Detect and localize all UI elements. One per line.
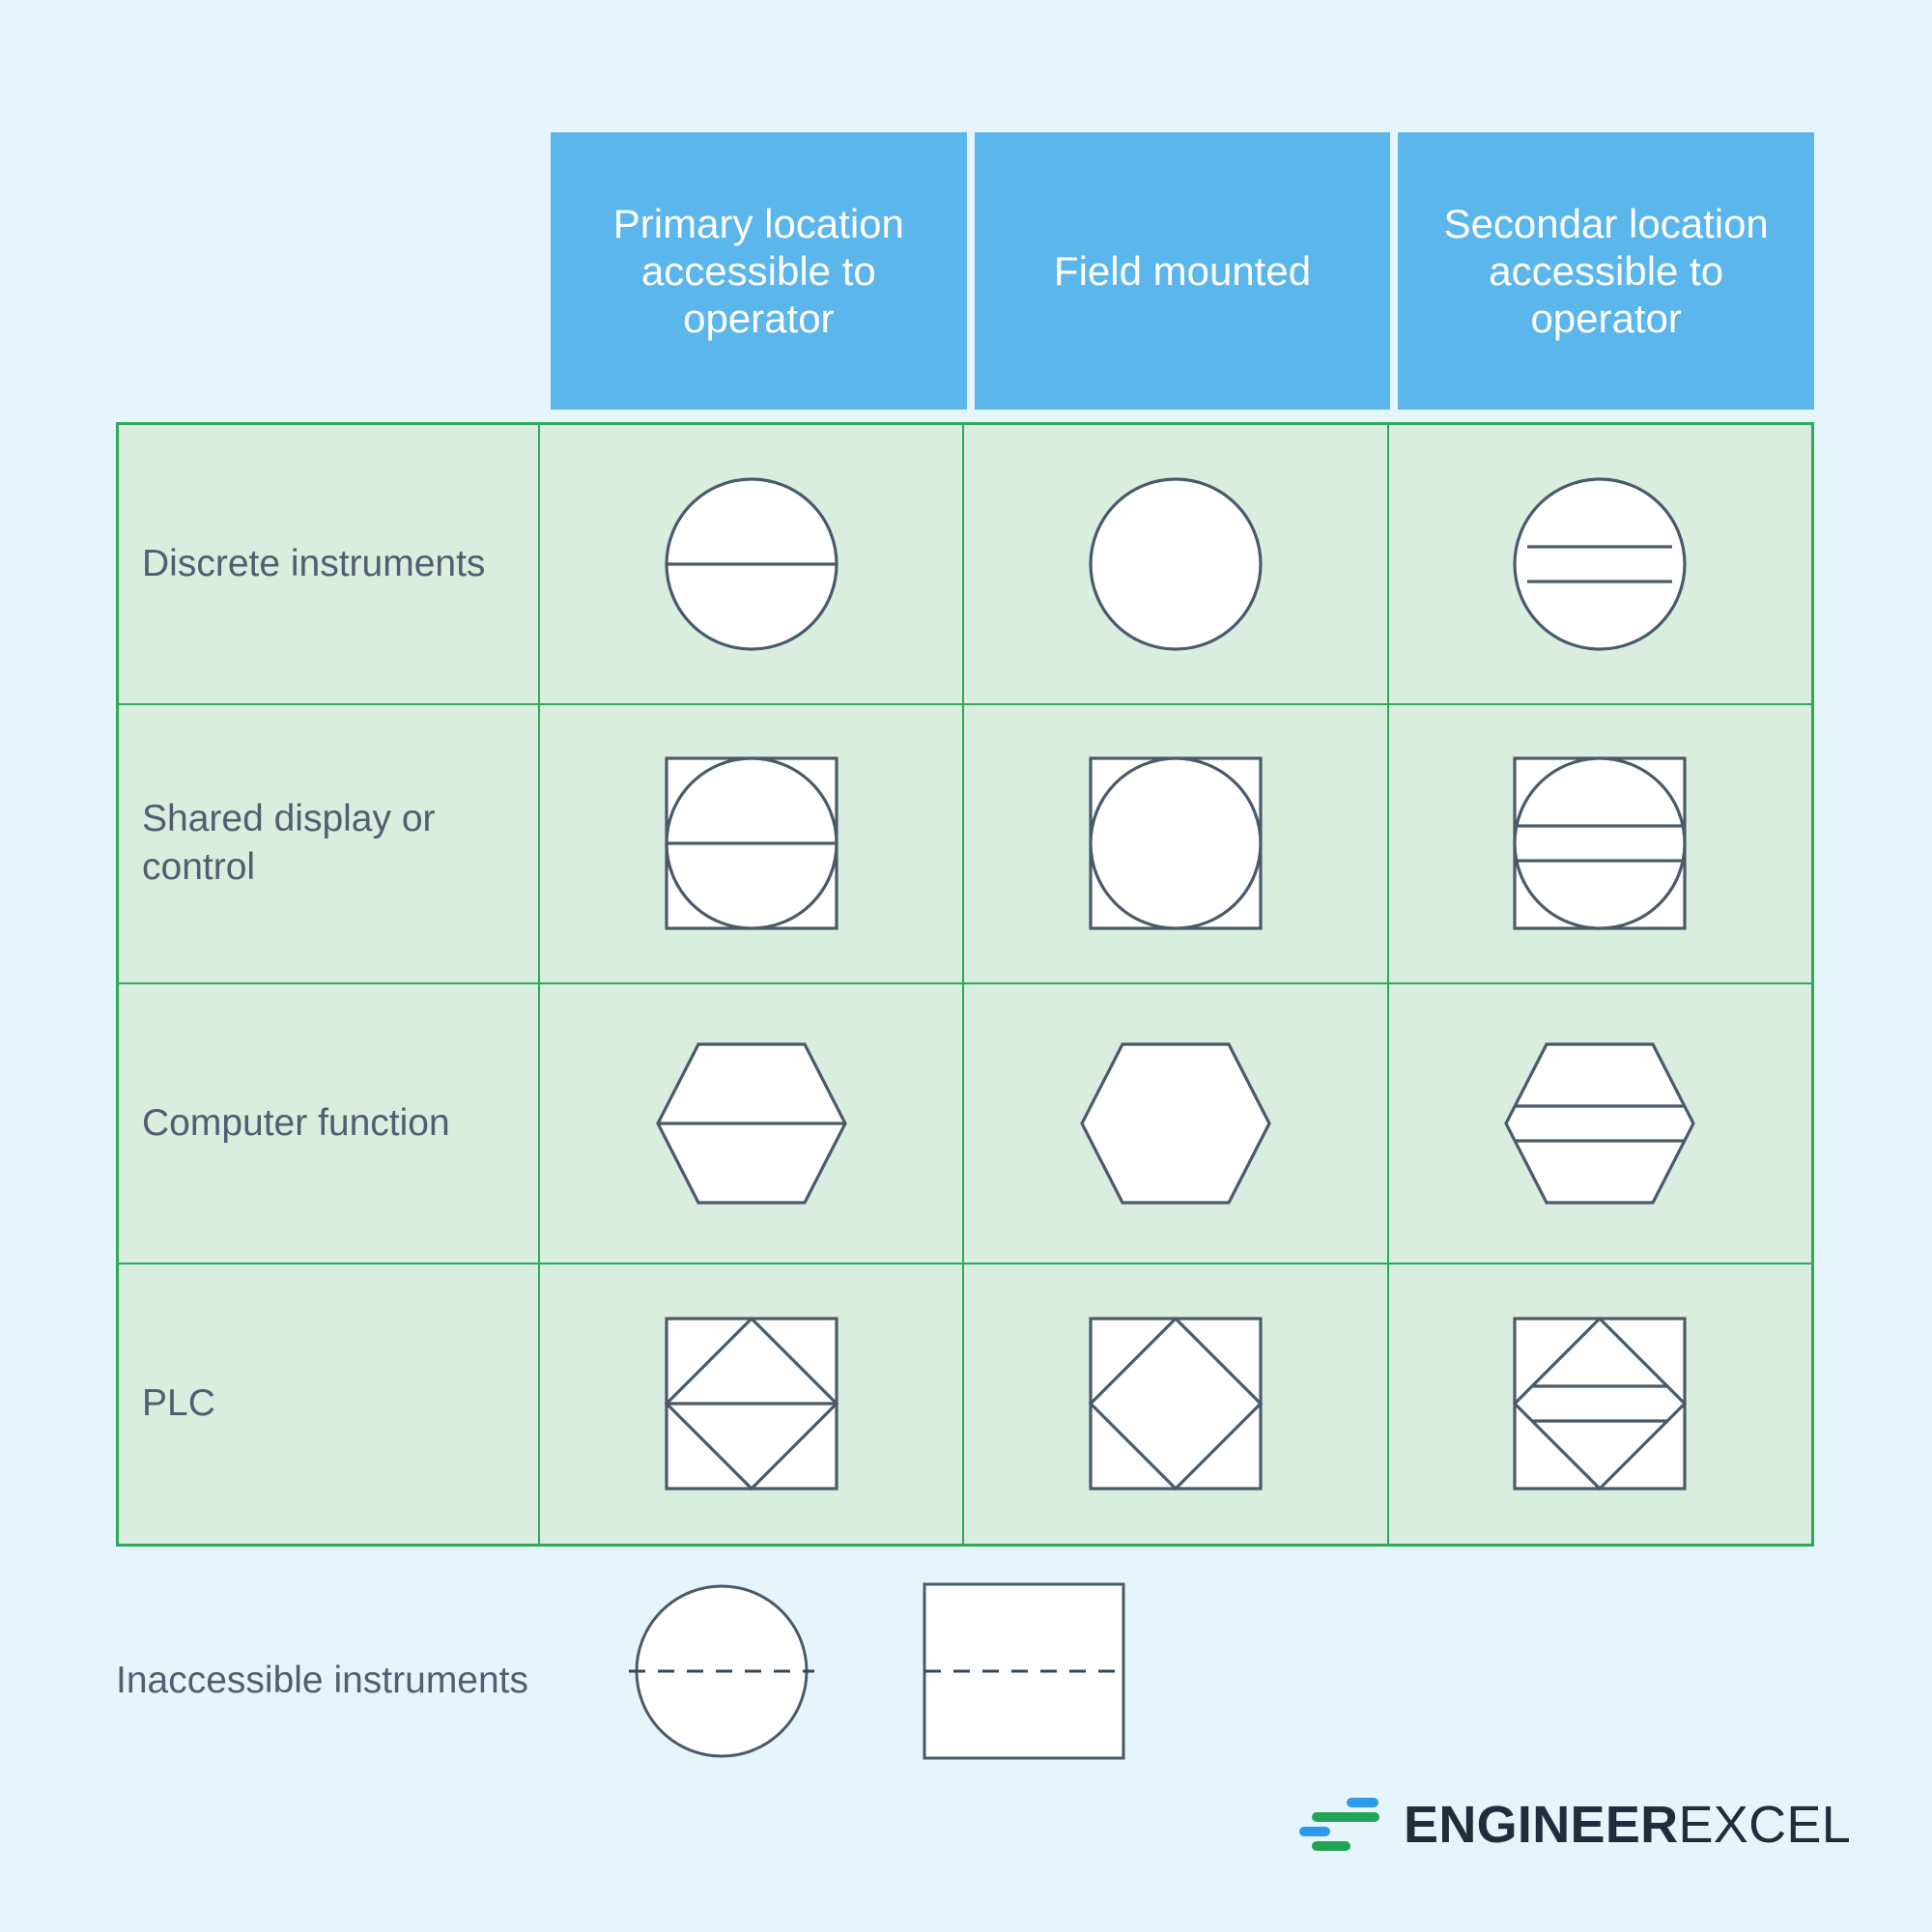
cell-shared-secondary [1389,705,1811,983]
column-header-label: Primary location accessible to operator [612,200,904,342]
cell-plc-field [964,1264,1389,1544]
square-circle-double-line-icon [1513,756,1687,930]
row-label-text: PLC [142,1382,215,1425]
square-circle-single-line-icon [665,756,838,930]
cell-plc-secondary [1389,1264,1811,1545]
inaccessible-instruments-legend: Inaccessible instruments [116,1582,1256,1806]
square-diamond-single-line-icon [664,1316,838,1492]
hexagon-double-line-icon [1504,1042,1696,1205]
logo-dash-blue-lower [1299,1827,1330,1836]
square-dashed-line-icon [923,1582,1125,1760]
symbol-matrix-table: Discrete instruments Shared display or c… [116,422,1814,1547]
cell-discrete-field [964,425,1389,703]
logo-dash-green-bottom [1312,1841,1350,1851]
row-label-plc: PLC [119,1264,540,1544]
column-header-row: Primary location accessible to operator … [116,132,1815,410]
row-label-computer-function: Computer function [119,984,540,1263]
cell-plc-primary [540,1264,965,1544]
cell-computer-field [964,984,1389,1263]
legend-label-text: Inaccessible instruments [116,1660,529,1701]
cell-computer-secondary [1389,984,1811,1263]
row-label-text: Computer function [142,1101,450,1144]
logo-wordmark: ENGINEEREXCEL [1404,1795,1851,1855]
cell-computer-primary [540,984,965,1263]
row-label-discrete-instruments: Discrete instruments [119,425,540,703]
cell-discrete-primary [540,425,965,703]
hexagon-single-line-icon [655,1042,847,1205]
circle-double-line-icon [1513,477,1687,651]
column-header-label: Field mounted [1053,247,1312,294]
table-row: Computer function [119,984,1811,1264]
column-header-primary-location: Primary location accessible to operator [551,132,967,410]
logo-dash-blue-top [1347,1798,1378,1807]
table-row: PLC [119,1264,1811,1545]
table-row: Shared display or control [119,704,1811,984]
hexagon-plain-icon [1080,1042,1271,1205]
header-corner-spacer [116,132,543,410]
logo-dash-green-upper [1312,1812,1379,1822]
row-label-text: Shared display or control [142,798,436,889]
row-label-shared-display-or-control: Shared display or control [119,704,540,982]
column-header-label: Secondar location accessible to operator [1443,200,1769,342]
logo-word-engineer: ENGINEER [1404,1796,1679,1854]
cell-shared-primary [540,704,965,982]
row-label-text: Discrete instruments [142,542,486,584]
circle-single-line-icon [665,477,838,651]
engineerexcel-logo: ENGINEEREXCEL [1299,1795,1851,1855]
infographic-page: Primary location accessible to operator … [0,0,1932,1932]
column-header-field-mounted: Field mounted [974,132,1391,410]
square-diamond-double-line-icon [1513,1316,1688,1492]
logo-mark-icon [1299,1796,1382,1854]
logo-word-excel: EXCEL [1678,1796,1852,1854]
circle-dashed-line-icon [629,1584,814,1758]
square-circle-plain-icon [1089,756,1263,930]
column-header-secondary-location: Secondar location accessible to operator [1398,132,1815,410]
square-diamond-plain-icon [1088,1316,1264,1492]
cell-discrete-secondary [1389,425,1811,703]
circle-plain-icon [1089,477,1263,651]
cell-shared-field [964,704,1389,982]
table-row: Discrete instruments [119,425,1811,705]
